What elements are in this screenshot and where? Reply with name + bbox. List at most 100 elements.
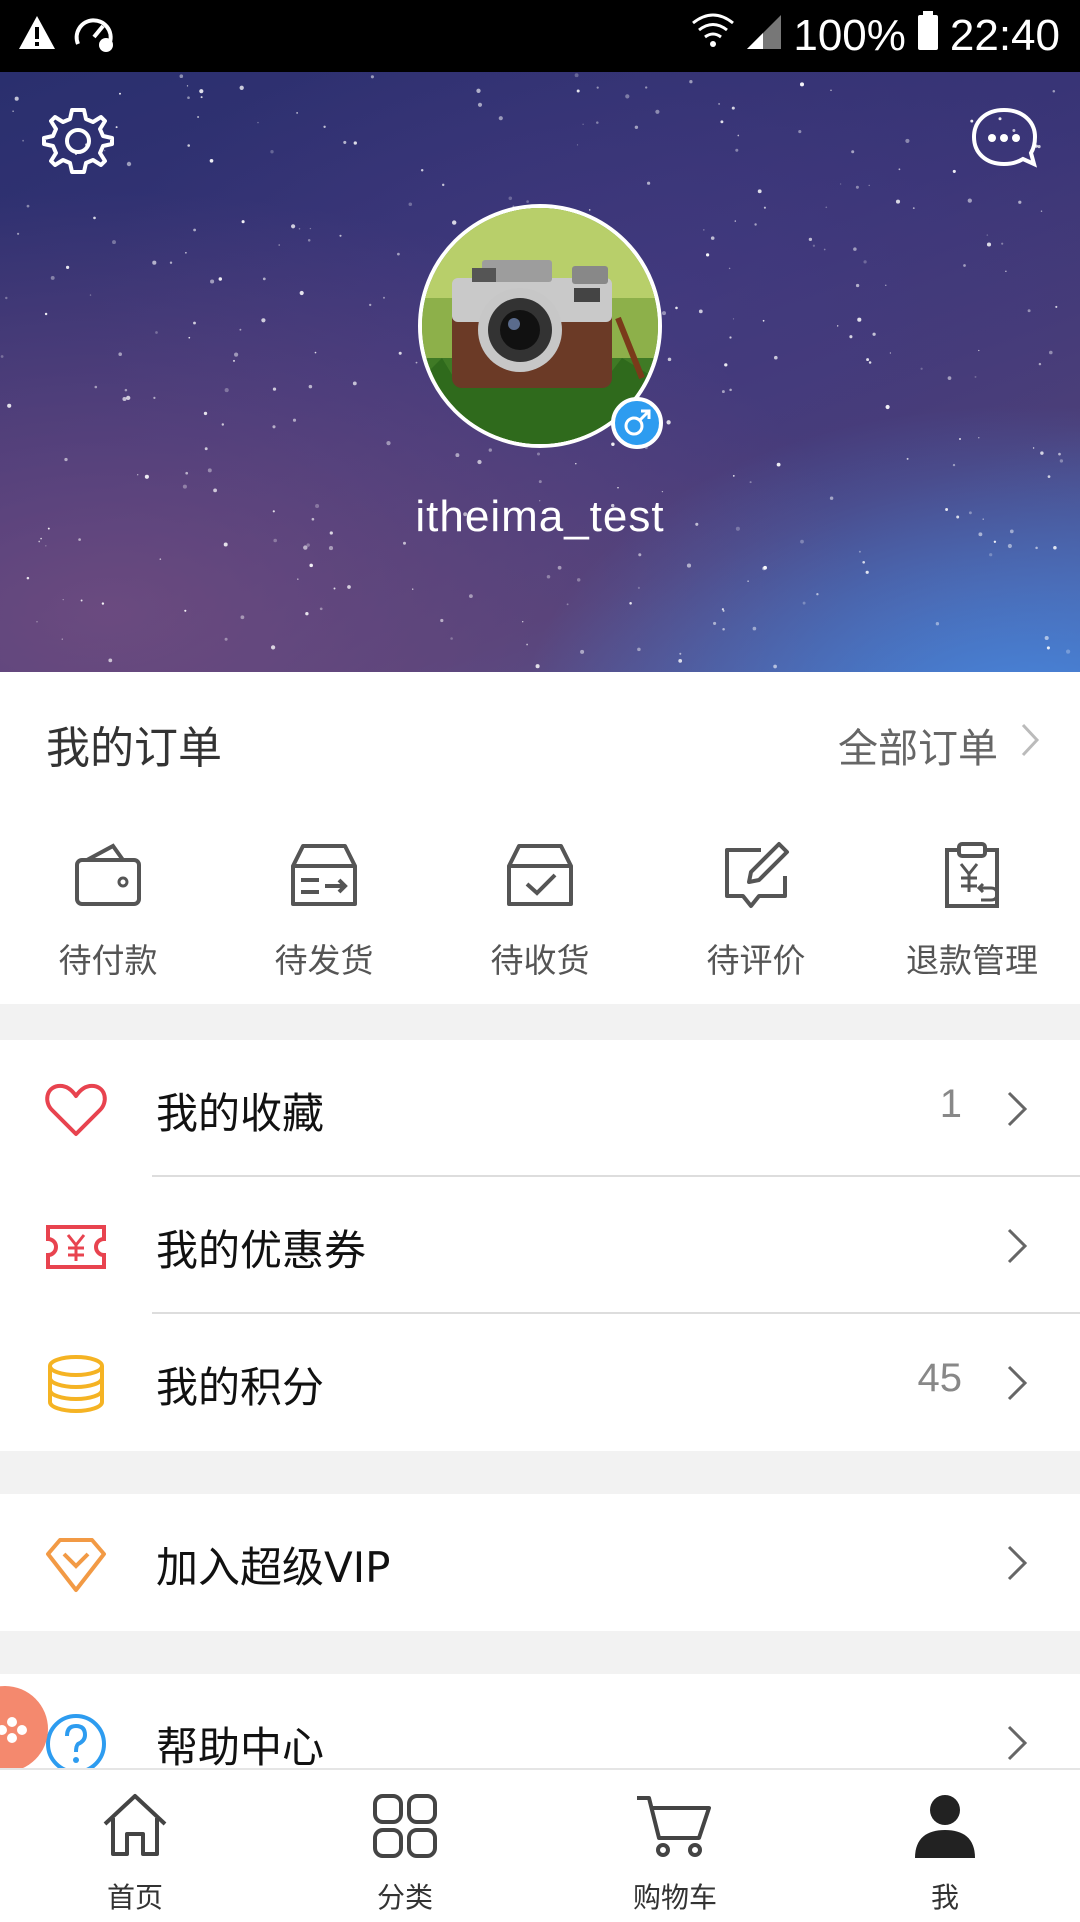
star [808, 237, 813, 242]
star [66, 265, 70, 269]
star [722, 628, 725, 631]
star [952, 169, 956, 173]
star [849, 335, 853, 339]
star [186, 85, 189, 87]
all-orders-link[interactable]: 全部订单 [838, 716, 1040, 774]
star [299, 290, 304, 296]
order-label: 待评价 [706, 941, 806, 980]
star [773, 664, 777, 669]
points-value: 45 [917, 1356, 963, 1400]
male-icon [624, 409, 651, 436]
star [885, 404, 890, 410]
star [209, 158, 214, 163]
star [22, 139, 24, 142]
profile-header: itheima_test [0, 72, 1080, 672]
star [155, 331, 158, 334]
vip-row[interactable]: 加入超级VIP [0, 1494, 1080, 1631]
tab-category[interactable]: 分类 [305, 1790, 505, 1916]
order-label: 待付款 [58, 941, 158, 980]
star [857, 317, 862, 322]
star [278, 244, 280, 246]
star [732, 475, 735, 477]
star [978, 437, 980, 439]
star [1035, 546, 1038, 550]
star [210, 279, 215, 284]
star [629, 602, 632, 605]
star [7, 403, 12, 408]
floating-gamepad-button[interactable] [0, 1686, 48, 1772]
star [576, 144, 579, 146]
star [153, 396, 156, 400]
order-label: 退款管理 [906, 941, 1038, 980]
star [204, 447, 208, 451]
star [292, 418, 297, 422]
clock: 22:40 [949, 11, 1060, 60]
star [193, 321, 196, 325]
star [868, 361, 872, 364]
tab-label: 首页 [106, 1881, 163, 1914]
star [747, 580, 749, 582]
male-gender-badge [611, 397, 663, 449]
star [398, 351, 402, 355]
order-pending-review[interactable]: 待评价 [648, 840, 864, 982]
points-row[interactable]: 我的积分 45 [0, 1314, 1080, 1451]
star [729, 336, 732, 339]
star [830, 89, 832, 92]
star [353, 141, 357, 145]
star [729, 388, 732, 392]
star [126, 161, 132, 167]
star [200, 96, 203, 99]
star [223, 542, 228, 547]
vip-label: 加入超级VIP [156, 1543, 391, 1592]
star [270, 150, 274, 154]
all-orders-label: 全部订单 [838, 726, 998, 772]
messages-button[interactable] [966, 102, 1042, 178]
chevron-right-icon [1006, 1724, 1028, 1762]
star [799, 82, 805, 87]
star [122, 396, 127, 402]
star [526, 200, 529, 203]
coupons-row[interactable]: 我的优惠券 [0, 1177, 1080, 1314]
star [718, 102, 721, 105]
order-label: 待收货 [490, 941, 590, 980]
star [885, 284, 887, 286]
tab-me[interactable]: 我 [845, 1790, 1045, 1916]
star [978, 349, 980, 352]
star [679, 652, 682, 655]
star [862, 560, 866, 564]
star [1052, 90, 1056, 93]
star [61, 638, 63, 640]
star [634, 125, 639, 130]
star [898, 168, 901, 171]
star [89, 294, 92, 296]
order-pending-shipment[interactable]: 待发货 [216, 840, 432, 982]
star [1018, 200, 1022, 204]
star [720, 120, 724, 124]
order-refunds[interactable]: 退款管理 [864, 840, 1080, 982]
tab-cart[interactable]: 购物车 [575, 1790, 775, 1916]
star [1038, 362, 1042, 366]
orders-section: 我的订单 全部订单 待付款 待发货 待收货 待评价 退款管理 [0, 672, 1080, 1004]
order-pending-payment[interactable]: 待付款 [0, 840, 216, 982]
star [1047, 475, 1051, 478]
star [728, 267, 731, 270]
star [762, 319, 765, 322]
star [837, 325, 839, 327]
star [802, 601, 806, 605]
star [816, 593, 819, 596]
grid-icon [305, 1790, 505, 1862]
chevron-right-icon [1006, 1090, 1028, 1128]
settings-button[interactable] [40, 102, 116, 178]
star [763, 565, 767, 570]
tab-home[interactable]: 首页 [35, 1790, 235, 1916]
star [637, 647, 641, 652]
star [1046, 646, 1050, 650]
star [62, 598, 64, 601]
star [498, 116, 503, 121]
star [851, 150, 855, 154]
favorites-row[interactable]: 我的收藏 1 [0, 1040, 1080, 1177]
heart-icon [44, 1078, 108, 1142]
help-label: 帮助中心 [156, 1723, 325, 1772]
order-pending-receipt[interactable]: 待收货 [432, 840, 648, 982]
chevron-right-icon [1006, 1227, 1028, 1265]
